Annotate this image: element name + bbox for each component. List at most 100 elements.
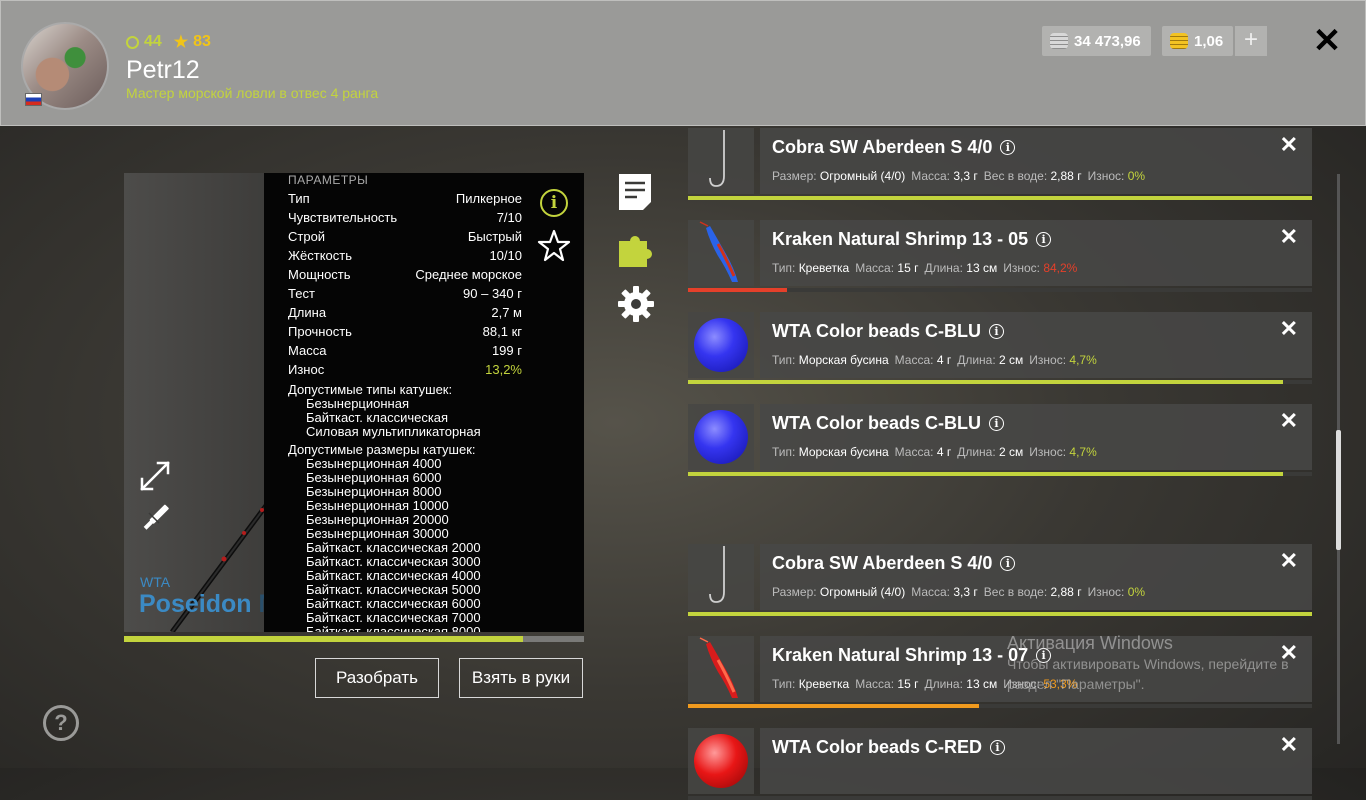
property-value: Огромный (4/0) [819, 585, 906, 599]
property-label: Износ: [1087, 585, 1125, 599]
tackle-item-card[interactable]: WTA Color beads C-RED i ✕ [760, 728, 1312, 794]
take-in-hands-button[interactable]: Взять в руки [459, 658, 583, 698]
parameter-row: Износ 13,2% [288, 360, 522, 379]
property-value: 2 см [999, 353, 1024, 367]
tackle-item-name: Cobra SW Aberdeen S 4/0 [772, 553, 993, 573]
property-value: 13 см [966, 261, 998, 275]
tackle-item-properties: Тип: Морская бусина Масса: 4 г Длина: 2 см… [772, 445, 1103, 459]
info-icon[interactable]: i [1036, 648, 1052, 663]
property-value: 4,7% [1069, 445, 1097, 459]
reel-size-item: Безынерционная 10000 [306, 498, 449, 513]
info-icon[interactable]: i [990, 740, 1005, 755]
tackle-item[interactable]: WTA Color beads C-RED i ✕ [688, 728, 1312, 800]
rod-info-icon[interactable]: i [540, 189, 568, 217]
property-label: Длина: [957, 445, 996, 459]
player-level: 44 [126, 32, 162, 52]
reel-size-item: Безынерционная 20000 [306, 512, 449, 527]
property-value: 2,88 г [1050, 169, 1082, 183]
remove-item-icon[interactable]: ✕ [1280, 318, 1298, 340]
parameter-label: Чувствительность [288, 210, 398, 225]
parameter-row: Тип Пилкерное [288, 189, 522, 208]
property-label: Износ: [1029, 445, 1067, 459]
bead-icon [694, 734, 748, 788]
tackle-item-name: Kraken Natural Shrimp 13 - 05 [772, 229, 1029, 249]
tackle-item-title: Cobra SW Aberdeen S 4/0 i [772, 553, 1016, 574]
rod-parameters-panel[interactable]: ПАРАМЕТРЫ Тип Пилкерное Чувствительность 7/… [264, 173, 584, 632]
tackle-item[interactable]: Kraken Natural Shrimp 13 - 07 i Тип: Креве… [688, 636, 1312, 708]
wear-bar [688, 796, 1312, 800]
description-icon[interactable] [617, 172, 653, 212]
remove-item-icon[interactable]: ✕ [1280, 550, 1298, 572]
tackle-item-properties: Размер: Огромный (4/0) Масса: 3,3 г Вес в … [772, 585, 1151, 599]
parameter-value: Среднее морское [415, 267, 522, 282]
rod-builder-icon[interactable] [140, 502, 170, 532]
property-value: Огромный (4/0) [819, 169, 906, 183]
close-icon[interactable]: ✕ [1309, 23, 1345, 59]
property-label: Масса: [911, 585, 951, 599]
puzzle-icon[interactable] [617, 229, 657, 269]
info-icon[interactable]: i [1036, 232, 1052, 247]
property-value: Морская бусина [798, 353, 889, 367]
item-thumbnail [688, 404, 754, 470]
reel-size-item: Безынерционная 6000 [306, 470, 442, 485]
property-label: Тип: [772, 445, 796, 459]
info-icon[interactable]: i [989, 324, 1004, 339]
tackle-item[interactable]: Cobra SW Aberdeen S 4/0 i Размер: Огромный… [688, 544, 1312, 616]
property-label: Вес в воде: [983, 585, 1048, 599]
tackle-item-card[interactable]: Kraken Natural Shrimp 13 - 05 i Тип: Креве… [760, 220, 1312, 286]
property-label: Тип: [772, 677, 796, 691]
tackle-item[interactable]: WTA Color beads C-BLU i Тип: Морская бусин… [688, 404, 1312, 476]
tackle-list-scroll-thumb[interactable] [1336, 430, 1341, 550]
remove-item-icon[interactable]: ✕ [1280, 226, 1298, 248]
tackle-item-card[interactable]: Cobra SW Aberdeen S 4/0 i Размер: Огромный… [760, 544, 1312, 610]
player-rating: ★ 83 [174, 32, 211, 52]
item-thumbnail [688, 128, 754, 194]
wear-bar [688, 612, 1312, 616]
info-icon[interactable]: i [1000, 556, 1016, 571]
parameter-label: Тест [288, 286, 315, 301]
parameter-label: Жёсткость [288, 248, 352, 263]
reel-size-item: Байткаст. классическая 8000 [306, 624, 481, 633]
tackle-item[interactable]: Kraken Natural Shrimp 13 - 05 i Тип: Креве… [688, 220, 1312, 292]
tackle-item-title: Kraken Natural Shrimp 13 - 05 i [772, 229, 1052, 250]
parameter-value: Пилкерное [455, 191, 522, 206]
wear-bar [688, 288, 1312, 292]
parameter-row: Масса 199 г [288, 341, 522, 360]
tackle-item-card[interactable]: Cobra SW Aberdeen S 4/0 i Размер: Огромный… [760, 128, 1312, 194]
remove-item-icon[interactable]: ✕ [1280, 642, 1298, 664]
property-label: Износ: [1029, 353, 1067, 367]
disassemble-button[interactable]: Разобрать [315, 658, 439, 698]
tackle-item-properties: Тип: Морская бусина Масса: 4 г Длина: 2 см… [772, 353, 1103, 367]
bead-icon [694, 318, 748, 372]
tackle-item-card[interactable]: Kraken Natural Shrimp 13 - 07 i Тип: Креве… [760, 636, 1312, 702]
tackle-item-card[interactable]: WTA Color beads C-BLU i Тип: Морская бусин… [760, 404, 1312, 470]
add-currency-button[interactable]: + [1235, 26, 1267, 56]
property-label: Вес в воде: [983, 169, 1048, 183]
expand-icon[interactable] [140, 461, 170, 491]
tackle-item-card[interactable]: WTA Color beads C-BLU i Тип: Морская бусин… [760, 312, 1312, 378]
info-icon[interactable]: i [1000, 140, 1016, 155]
item-thumbnail [688, 312, 754, 378]
tackle-item[interactable]: Cobra SW Aberdeen S 4/0 i Размер: Огромный… [688, 128, 1312, 200]
favorite-star-icon[interactable] [537, 229, 571, 263]
remove-item-icon[interactable]: ✕ [1280, 734, 1298, 756]
property-label: Длина: [924, 261, 963, 275]
property-label: Длина: [957, 353, 996, 367]
remove-item-icon[interactable]: ✕ [1280, 410, 1298, 432]
gear-icon[interactable] [617, 285, 655, 323]
help-icon[interactable]: ? [43, 705, 79, 741]
info-icon[interactable]: i [989, 416, 1004, 431]
russia-flag-icon [25, 93, 42, 106]
silver-coins-icon [1050, 33, 1068, 49]
property-value: 4 г [936, 445, 952, 459]
tackle-item-name: WTA Color beads C-BLU [772, 413, 981, 433]
parameter-row: Длина 2,7 м [288, 303, 522, 322]
remove-item-icon[interactable]: ✕ [1280, 134, 1298, 156]
property-label: Износ: [1003, 677, 1040, 691]
wear-bar [688, 472, 1312, 476]
tackle-item[interactable]: WTA Color beads C-BLU i Тип: Морская бусин… [688, 312, 1312, 384]
parameter-label: Масса [288, 343, 327, 358]
property-value: 4,7% [1069, 353, 1097, 367]
parameter-label: Тип [288, 191, 310, 206]
property-value: 13 см [966, 677, 998, 691]
